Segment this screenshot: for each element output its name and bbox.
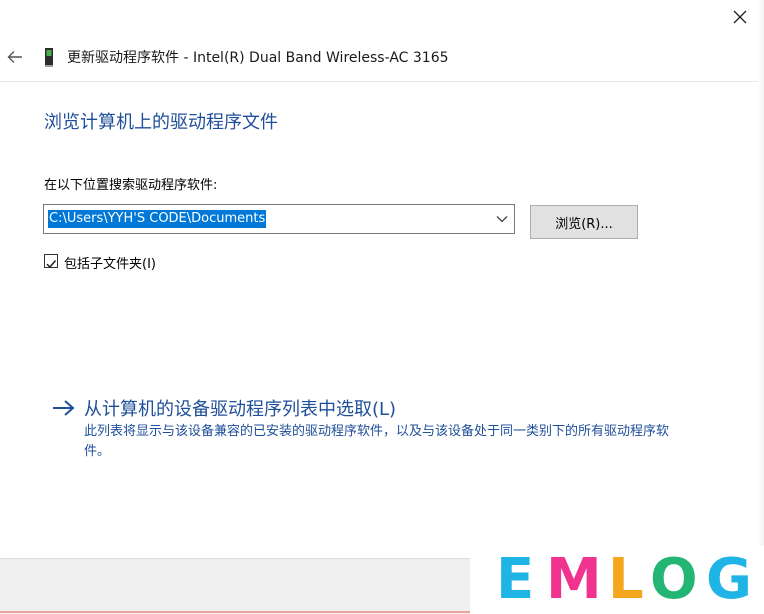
checkmark-icon [46,260,57,269]
pick-from-list-description: 此列表将显示与该设备兼容的已安装的驱动程序软件，以及与该设备处于同一类别下的所有… [84,424,670,459]
title-divider [0,81,758,82]
close-button[interactable] [724,4,756,30]
window-edge [758,0,764,614]
footer-accent-line [0,611,470,613]
back-arrow-icon [7,51,22,63]
watermark-letter-e: E [496,547,535,612]
watermark-letter-g: G [706,547,752,612]
include-subfolders-label[interactable]: 包括子文件夹(I) [64,253,156,272]
chevron-down-icon[interactable] [496,214,508,224]
right-arrow-icon[interactable] [52,398,76,418]
close-icon [733,10,747,24]
watermark-letter-l: L [608,547,644,612]
window-title: 更新驱动程序软件 - Intel(R) Dual Band Wireless-A… [67,50,449,66]
emlog-watermark-logo: E M L O G [472,546,764,614]
watermark-letter-o: O [650,547,698,612]
browse-button[interactable]: 浏览(R)... [530,205,638,239]
pick-from-list-label[interactable]: 从计算机的设备驱动程序列表中选取(L) [84,395,396,421]
search-location-combobox[interactable]: C:\Users\YYH'S CODE\Documents [43,204,515,234]
network-adapter-icon [45,48,53,67]
search-location-value[interactable]: C:\Users\YYH'S CODE\Documents [48,210,267,228]
watermark-letter-m: M [546,547,602,612]
page-heading: 浏览计算机上的驱动程序文件 [44,112,278,133]
footer-bar [0,558,470,614]
search-location-label: 在以下位置搜索驱动程序软件: [44,178,218,193]
back-button[interactable] [4,46,26,68]
include-subfolders-checkbox[interactable] [44,254,58,269]
